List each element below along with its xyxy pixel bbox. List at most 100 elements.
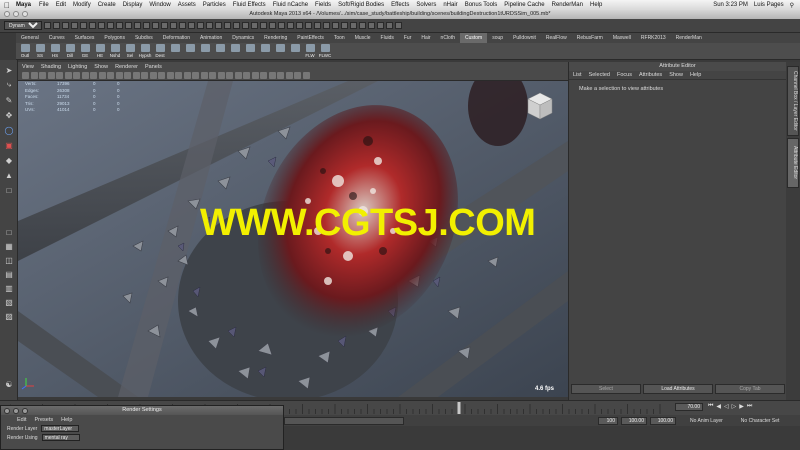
status-line-tool-icon[interactable] <box>161 22 168 29</box>
status-line-tool-icon[interactable] <box>287 22 294 29</box>
render-using-select[interactable]: mental ray <box>41 434 80 441</box>
viewport-tool-icon[interactable] <box>149 72 157 79</box>
range-end-field[interactable]: 100 <box>598 416 618 425</box>
layout-outliner-icon[interactable]: ▤ <box>3 268 15 280</box>
viewport-menu-view[interactable]: View <box>22 64 34 70</box>
shelf-tab-toon[interactable]: Toon <box>329 33 350 43</box>
ae-menu-focus[interactable]: Focus <box>617 72 632 78</box>
select-tool-icon[interactable]: ➤ <box>3 64 15 76</box>
viewport-tool-icon[interactable] <box>30 72 38 79</box>
shelf-button[interactable]: Sel <box>123 43 137 59</box>
viewport-tool-icon[interactable] <box>260 72 267 79</box>
shelf-tab-rendering[interactable]: Rendering <box>259 33 292 43</box>
status-line-tool-icon[interactable] <box>62 22 69 29</box>
shelf-tab-fluids[interactable]: Fluids <box>376 33 399 43</box>
status-line-tool-icon[interactable] <box>395 22 402 29</box>
shelf-tab-soup[interactable]: soup <box>487 33 508 43</box>
viewport-menu-panels[interactable]: Panels <box>145 64 162 70</box>
menu-item-particles[interactable]: Particles <box>203 2 226 8</box>
current-frame-marker[interactable] <box>457 402 461 414</box>
shelf-tab-muscle[interactable]: Muscle <box>350 33 376 43</box>
step-forward-icon[interactable]: ▶ <box>739 403 744 410</box>
viewport-menu-shading[interactable]: Shading <box>41 64 61 70</box>
go-start-icon[interactable]: ⏮ <box>708 403 713 410</box>
menu-item-modify[interactable]: Modify <box>73 2 91 8</box>
status-line-tool-icon[interactable] <box>377 22 384 29</box>
layout-graph-icon[interactable]: ▥ <box>3 282 15 294</box>
shelf-tab-painteffects[interactable]: PaintEffects <box>292 33 329 43</box>
menu-item-effects[interactable]: Effects <box>391 2 409 8</box>
status-line-tool-icon[interactable] <box>80 22 87 29</box>
shelf-button[interactable]: SS <box>33 43 47 59</box>
play-back-icon[interactable]: ◁ <box>724 403 729 410</box>
viewport-tool-icon[interactable] <box>217 72 225 79</box>
layout-two-icon[interactable]: ◫ <box>3 254 15 266</box>
shelf-button[interactable] <box>243 43 257 59</box>
viewport-tool-icon[interactable] <box>90 72 97 79</box>
status-line-tool-icon[interactable] <box>206 22 213 29</box>
clock[interactable]: Sun 3:23 PM <box>713 2 748 9</box>
viewport-tool-icon[interactable] <box>47 72 55 79</box>
viewport-tool-icon[interactable] <box>294 72 301 79</box>
soft-mod-icon[interactable]: ▲ <box>3 169 15 181</box>
rotate-tool-icon[interactable]: ◯ <box>3 124 15 136</box>
menu-item-fields[interactable]: Fields <box>315 2 331 8</box>
status-line-tool-icon[interactable] <box>359 22 366 29</box>
shelf-tab-hair[interactable]: Hair <box>416 33 435 43</box>
character-set-select[interactable]: No Character Set <box>741 418 780 424</box>
rs-menu-edit[interactable]: Edit <box>17 417 26 423</box>
shelf-tab-deformation[interactable]: Deformation <box>158 33 195 43</box>
menu-item-create[interactable]: Create <box>98 2 116 8</box>
status-line-tool-icon[interactable] <box>116 22 123 29</box>
apple-icon[interactable]:  <box>4 1 10 10</box>
close-window-button[interactable] <box>4 11 10 17</box>
shelf-tab-surfaces[interactable]: Surfaces <box>70 33 100 43</box>
ae-menu-help[interactable]: Help <box>690 72 701 78</box>
shelf-tab-ncloth[interactable]: nCloth <box>436 33 460 43</box>
viewport-tool-icon[interactable] <box>175 72 182 79</box>
lasso-tool-icon[interactable]: ⤷ <box>3 79 15 91</box>
shelf-button[interactable]: Outl <box>18 43 32 59</box>
status-line-tool-icon[interactable] <box>179 22 186 29</box>
shelf-button[interactable] <box>168 43 182 59</box>
step-back-icon[interactable]: ◀ <box>716 403 721 410</box>
shelf-tab-subdivs[interactable]: Subdivs <box>130 33 158 43</box>
layout-render-icon[interactable]: ▨ <box>3 310 15 322</box>
status-line-tool-icon[interactable] <box>314 22 321 29</box>
status-line-tool-icon[interactable] <box>323 22 330 29</box>
copy-tab-button[interactable]: Copy Tab <box>715 384 785 394</box>
shelf-button[interactable]: HE <box>93 43 107 59</box>
menuset-select[interactable]: Dynamics <box>4 21 42 30</box>
viewport-tool-icon[interactable] <box>243 72 250 79</box>
status-line-tool-icon[interactable] <box>152 22 159 29</box>
shelf-button[interactable] <box>273 43 287 59</box>
status-line-tool-icon[interactable] <box>260 22 267 29</box>
viewport-tool-icon[interactable] <box>141 72 148 79</box>
menu-item-fluid-ncache[interactable]: Fluid nCache <box>273 2 308 8</box>
viewport-tool-icon[interactable] <box>73 72 80 79</box>
menu-item-help[interactable]: Help <box>590 2 602 8</box>
ae-menu-list[interactable]: List <box>573 72 582 78</box>
status-line-tool-icon[interactable] <box>71 22 78 29</box>
shelf-tab-maxwell[interactable]: Maxwell <box>608 33 636 43</box>
shelf-tab-custom[interactable]: Custom <box>460 33 488 43</box>
menu-item-file[interactable]: File <box>39 2 49 8</box>
viewport-tool-icon[interactable] <box>64 72 72 79</box>
status-line-tool-icon[interactable] <box>44 22 51 29</box>
status-line-tool-icon[interactable] <box>107 22 114 29</box>
viewport-tool-icon[interactable] <box>209 72 216 79</box>
menu-item-pipeline-cache[interactable]: Pipeline Cache <box>504 2 544 8</box>
select-button[interactable]: Select <box>571 384 641 394</box>
menu-item-solvers[interactable]: Solvers <box>416 2 436 8</box>
status-line-tool-icon[interactable] <box>188 22 195 29</box>
viewport-tool-icon[interactable] <box>285 72 293 79</box>
shelf-button[interactable] <box>183 43 197 59</box>
status-line-tool-icon[interactable] <box>386 22 393 29</box>
viewport-menu-renderer[interactable]: Renderer <box>115 64 138 70</box>
go-end-icon[interactable]: ⏭ <box>747 403 752 410</box>
render-layer-select[interactable]: masterLayer <box>41 425 80 432</box>
anim-end-field[interactable]: 100.00 <box>621 416 647 425</box>
viewport-menu-show[interactable]: Show <box>94 64 108 70</box>
shelf-button[interactable]: FLW <box>303 43 317 59</box>
status-line-tool-icon[interactable] <box>233 22 240 29</box>
